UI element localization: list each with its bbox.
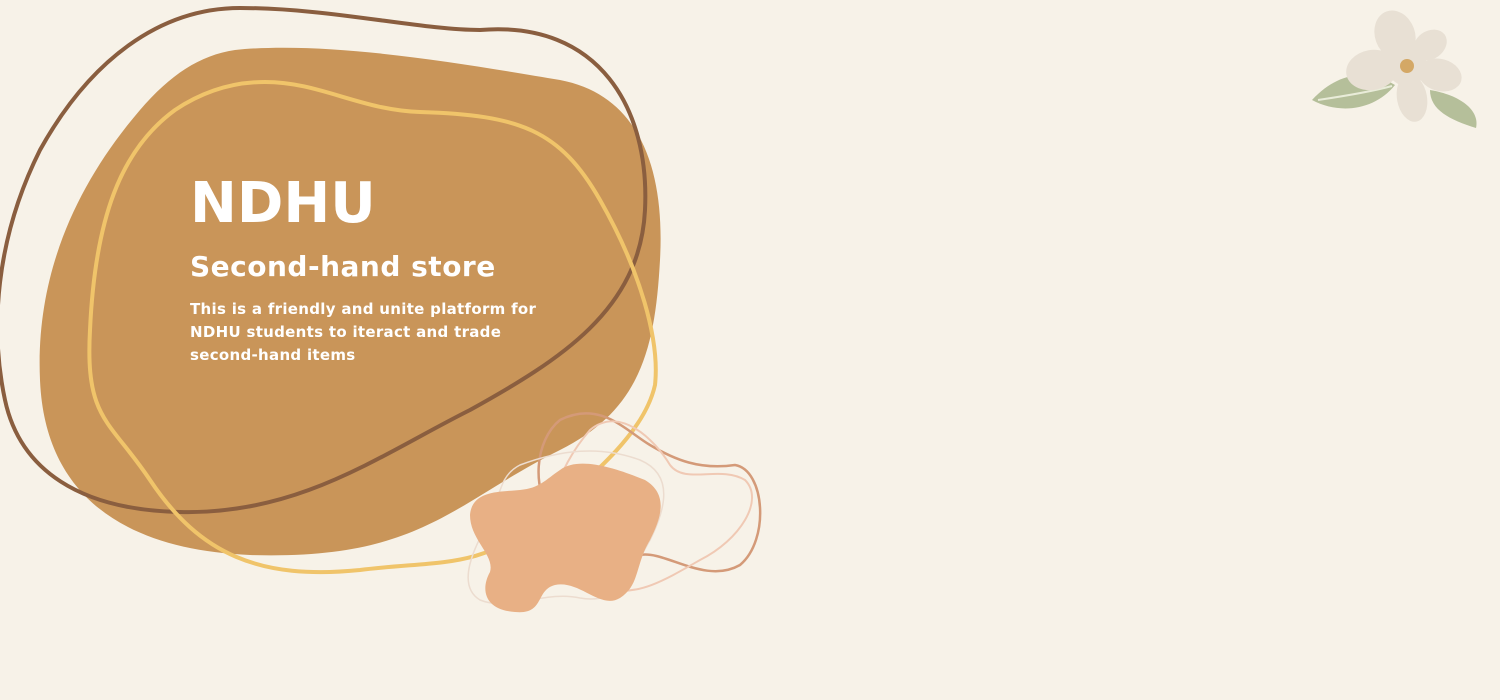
site-subtitle: Second-hand store	[190, 250, 496, 283]
site-title: NDHU	[190, 171, 376, 236]
leaf-icon-2	[1430, 90, 1477, 128]
landing-page: NDHU Second-hand store This is a friendl…	[0, 0, 1500, 700]
hero-section: NDHU Second-hand store This is a friendl…	[190, 172, 560, 367]
site-description: This is a friendly and unite platform fo…	[190, 300, 537, 364]
